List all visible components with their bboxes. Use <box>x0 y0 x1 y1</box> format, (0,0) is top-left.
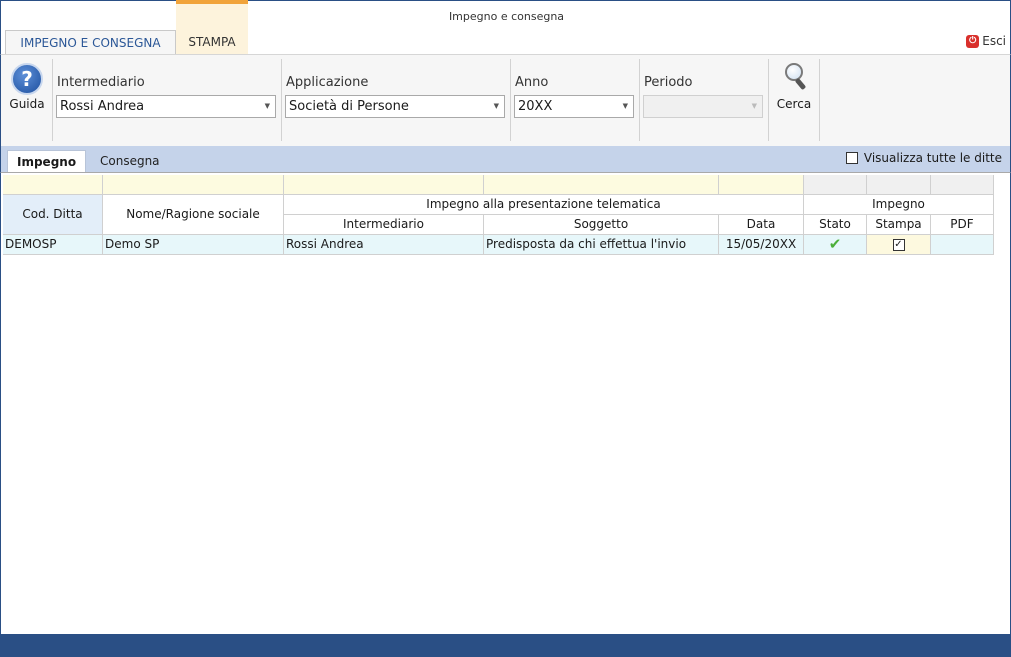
cell-pdf[interactable] <box>931 235 994 255</box>
toolbar-divider <box>639 59 640 141</box>
chevron-down-icon: ▼ <box>751 102 757 110</box>
help-icon: ? <box>11 63 43 95</box>
title-bar: Impegno e consegna <box>0 0 1011 30</box>
anno-select[interactable]: 20XX ▼ <box>514 95 634 118</box>
column-header-nome[interactable]: Nome/Ragione sociale <box>103 195 284 235</box>
column-header-stato[interactable]: Stato <box>804 215 867 235</box>
applicazione-label: Applicazione <box>286 75 369 90</box>
cell-stampa[interactable]: ✓ <box>867 235 931 255</box>
column-header-intermediario[interactable]: Intermediario <box>284 215 484 235</box>
column-header-pdf[interactable]: PDF <box>931 215 994 235</box>
search-icon <box>779 61 809 93</box>
group-header-impegno-telematico: Impegno alla presentazione telematica <box>284 195 804 215</box>
cell-data[interactable]: 15/05/20XX <box>719 235 804 255</box>
help-button[interactable]: ? Guida <box>7 63 47 111</box>
power-icon: ⏻ <box>966 34 980 48</box>
cell-stato[interactable]: ✔ <box>804 235 867 255</box>
chevron-down-icon: ▼ <box>493 102 499 110</box>
search-button[interactable]: Cerca <box>773 61 815 111</box>
applicazione-select[interactable]: Società di Persone ▼ <box>285 95 505 118</box>
tab-impegno[interactable]: Impegno <box>7 150 87 172</box>
periodo-select[interactable]: ▼ <box>643 95 763 118</box>
tab-accent-bar <box>176 0 248 4</box>
ribbon-tab-bar: IMPEGNO E CONSEGNA STAMPA ⏻ Esci <box>0 0 1011 54</box>
cell-intermediario[interactable]: Rossi Andrea <box>284 235 484 255</box>
help-label: Guida <box>9 97 45 111</box>
periodo-label: Periodo <box>644 75 693 90</box>
show-all-label: Visualizza tutte le ditte <box>863 151 1002 165</box>
show-all-toggle[interactable]: Visualizza tutte le ditte <box>845 151 1002 165</box>
applicazione-value: Società di Persone <box>289 99 409 114</box>
group-header-impegno: Impegno <box>804 195 994 215</box>
column-header-cod-ditta[interactable]: Cod. Ditta <box>3 195 103 235</box>
filter-pdf <box>931 175 994 195</box>
filter-data[interactable] <box>719 175 804 195</box>
column-header-stampa[interactable]: Stampa <box>867 215 931 235</box>
main-content: Cod. Ditta Nome/Ragione sociale Impegno … <box>0 172 1011 634</box>
window-title: Impegno e consegna <box>448 10 565 23</box>
exit-button[interactable]: ⏻ Esci <box>966 34 1006 48</box>
filter-soggetto[interactable] <box>484 175 719 195</box>
filter-intermediario[interactable] <box>284 175 484 195</box>
intermediario-label: Intermediario <box>57 75 145 90</box>
intermediario-select[interactable]: Rossi Andrea ▼ <box>56 95 276 118</box>
show-all-checkbox[interactable] <box>845 152 858 164</box>
chevron-down-icon: ▼ <box>622 102 628 110</box>
stampa-checkbox[interactable]: ✓ <box>892 238 905 251</box>
tab-stampa-label: STAMPA <box>188 35 236 49</box>
filter-stato <box>804 175 867 195</box>
anno-label: Anno <box>515 75 549 90</box>
filter-nome[interactable] <box>103 175 284 195</box>
exit-label: Esci <box>982 34 1006 48</box>
column-header-soggetto[interactable]: Soggetto <box>484 215 719 235</box>
anno-value: 20XX <box>518 99 553 114</box>
toolbar-divider <box>52 59 53 141</box>
tab-consegna[interactable]: Consegna <box>91 150 169 172</box>
cell-nome[interactable]: Demo SP <box>103 235 284 255</box>
ribbon-toolbar: ? Guida Intermediario Rossi Andrea ▼ App… <box>0 54 1011 146</box>
cell-soggetto[interactable]: Predisposta da chi effettua l'invio <box>484 235 719 255</box>
toolbar-divider <box>768 59 769 141</box>
search-label: Cerca <box>776 97 812 111</box>
tab-stampa[interactable]: STAMPA <box>176 0 248 54</box>
toolbar-divider <box>819 59 820 141</box>
status-bar <box>0 634 1011 657</box>
cell-cod-ditta[interactable]: DEMOSP <box>3 235 103 255</box>
chevron-down-icon: ▼ <box>264 102 270 110</box>
toolbar-divider <box>281 59 282 141</box>
filter-cod-ditta[interactable] <box>3 175 103 195</box>
green-check-icon: ✔ <box>828 235 842 253</box>
intermediario-value: Rossi Andrea <box>60 99 145 114</box>
tab-impegno-e-consegna[interactable]: IMPEGNO E CONSEGNA <box>5 30 176 54</box>
toolbar-divider <box>510 59 511 141</box>
subtab-bar: Impegno Consegna Visualizza tutte le dit… <box>0 146 1011 172</box>
column-header-data[interactable]: Data <box>719 215 804 235</box>
filter-stampa <box>867 175 931 195</box>
